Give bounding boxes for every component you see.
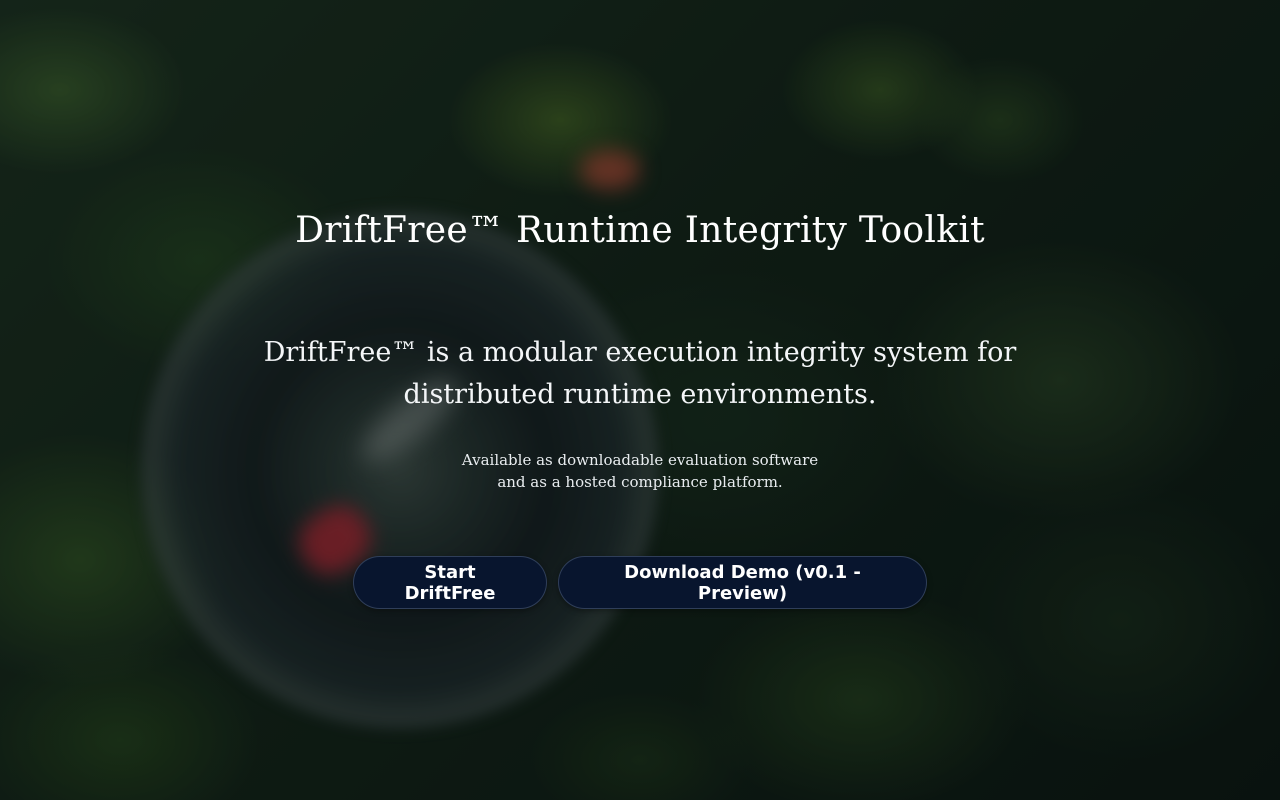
availability-note-line-2: and as a hosted compliance platform. bbox=[497, 473, 783, 491]
hero-actions: Start DriftFree Download Demo (v0.1 - Pr… bbox=[0, 556, 1280, 609]
hero-content: DriftFree™ Runtime Integrity Toolkit Dri… bbox=[0, 0, 1280, 800]
availability-note: Available as downloadable evaluation sof… bbox=[0, 449, 1280, 493]
start-driftfree-button[interactable]: Start DriftFree bbox=[353, 556, 547, 609]
page-title: DriftFree™ Runtime Integrity Toolkit bbox=[295, 210, 985, 251]
hero-section: DriftFree™ Runtime Integrity Toolkit Dri… bbox=[0, 0, 1280, 800]
hero-lead-text: DriftFree™ is a modular execution integr… bbox=[263, 337, 1017, 410]
availability-note-line-1: Available as downloadable evaluation sof… bbox=[461, 451, 819, 469]
download-demo-button[interactable]: Download Demo (v0.1 - Preview) bbox=[558, 556, 927, 609]
